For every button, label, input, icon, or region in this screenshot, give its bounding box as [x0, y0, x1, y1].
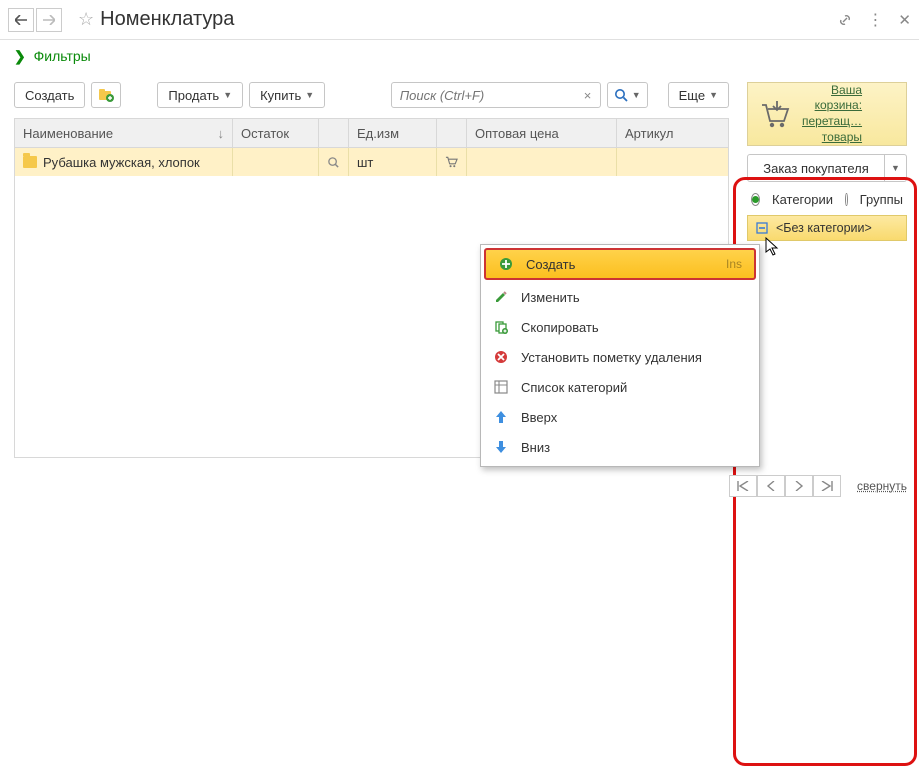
table-row[interactable]: Рубашка мужская, хлопок шт	[15, 148, 728, 176]
tree-item-no-category[interactable]: <Без категории>	[747, 215, 907, 241]
page-title: Номенклатура	[100, 8, 837, 31]
footer-nav	[729, 475, 841, 497]
ctx-move-down[interactable]: Вниз	[481, 432, 759, 462]
arrow-up-icon	[493, 410, 509, 424]
context-menu: Создать Ins Изменить Скопировать Установ…	[480, 244, 760, 467]
folder-icon	[23, 156, 37, 168]
close-icon[interactable]: ✕	[898, 11, 911, 29]
new-folder-icon	[98, 88, 114, 102]
plus-circle-icon	[498, 257, 514, 271]
pencil-icon	[493, 290, 509, 304]
ctx-move-up[interactable]: Вверх	[481, 402, 759, 432]
col-cart-cell	[437, 119, 467, 147]
nav-next-button[interactable]	[785, 475, 813, 497]
ctx-shortcut: Ins	[726, 257, 742, 271]
ctx-create[interactable]: Создать Ins	[484, 248, 756, 280]
cart-large-icon	[758, 99, 794, 129]
col-name[interactable]: Наименование ↓	[15, 119, 233, 147]
chevron-right-icon: ❯	[14, 48, 26, 64]
mode-categories-radio[interactable]	[751, 193, 760, 206]
create-button[interactable]: Создать	[14, 82, 85, 108]
clear-search-icon[interactable]: ×	[580, 88, 596, 103]
buy-button[interactable]: Купить▼	[249, 82, 325, 108]
nav-forward-button[interactable]	[36, 8, 62, 32]
col-price[interactable]: Оптовая цена	[467, 119, 617, 147]
sort-indicator-icon: ↓	[218, 126, 225, 141]
filters-label: Фильтры	[34, 48, 91, 64]
collapse-link[interactable]: свернуть	[857, 479, 907, 493]
filters-toggle[interactable]: ❯ Фильтры	[0, 40, 919, 78]
sell-button[interactable]: Продать▼	[157, 82, 243, 108]
mode-categories-label: Категории	[772, 192, 833, 207]
cart-panel: Ваша корзина: перетащ… товары	[747, 82, 907, 146]
toolbar: Создать Продать▼ Купить▼ × ▼ Еще▼	[14, 78, 729, 118]
cart-icon[interactable]	[445, 156, 458, 168]
link-icon[interactable]	[837, 12, 853, 28]
arrow-right-icon	[43, 15, 55, 25]
nav-back-button[interactable]	[8, 8, 34, 32]
order-button[interactable]: Заказ покупателя	[747, 154, 885, 182]
col-stock[interactable]: Остаток	[233, 119, 319, 147]
mode-groups-label: Группы	[860, 192, 903, 207]
delete-mark-icon	[493, 350, 509, 364]
magnifier-icon[interactable]	[327, 156, 340, 169]
favorite-star-icon[interactable]: ☆	[78, 9, 94, 30]
create-folder-button[interactable]	[91, 82, 121, 108]
ctx-category-list[interactable]: Список категорий	[481, 372, 759, 402]
tree-item-label: <Без категории>	[776, 221, 872, 235]
nav-prev-button[interactable]	[757, 475, 785, 497]
row-unit: шт	[357, 155, 373, 170]
table-header: Наименование ↓ Остаток Ед.изм Оптовая це…	[14, 118, 729, 148]
cart-links[interactable]: Ваша корзина: перетащ… товары	[802, 83, 862, 145]
ctx-mark-delete[interactable]: Установить пометку удаления	[481, 342, 759, 372]
col-search-cell	[319, 119, 349, 147]
list-icon	[493, 380, 509, 394]
mode-groups-radio[interactable]	[845, 193, 848, 206]
search-box: ×	[391, 82, 601, 108]
search-button[interactable]: ▼	[607, 82, 648, 108]
title-bar: ☆ Номенклатура ⋮ ✕	[0, 0, 919, 40]
nav-last-button[interactable]	[813, 475, 841, 497]
col-article[interactable]: Артикул	[617, 119, 728, 147]
nav-first-button[interactable]	[729, 475, 757, 497]
collapse-icon	[756, 222, 768, 234]
ctx-copy[interactable]: Скопировать	[481, 312, 759, 342]
order-dropdown[interactable]: ▼	[885, 154, 907, 182]
arrow-down-icon	[493, 440, 509, 454]
ctx-edit[interactable]: Изменить	[481, 282, 759, 312]
kebab-menu-icon[interactable]: ⋮	[867, 10, 884, 30]
more-button[interactable]: Еще▼	[668, 82, 729, 108]
col-unit[interactable]: Ед.изм	[349, 119, 437, 147]
highlight-frame	[733, 177, 917, 766]
copy-icon	[493, 320, 509, 334]
search-input[interactable]	[398, 87, 580, 104]
magnifier-icon	[614, 88, 628, 102]
row-name: Рубашка мужская, хлопок	[43, 155, 200, 170]
arrow-left-icon	[15, 15, 27, 25]
